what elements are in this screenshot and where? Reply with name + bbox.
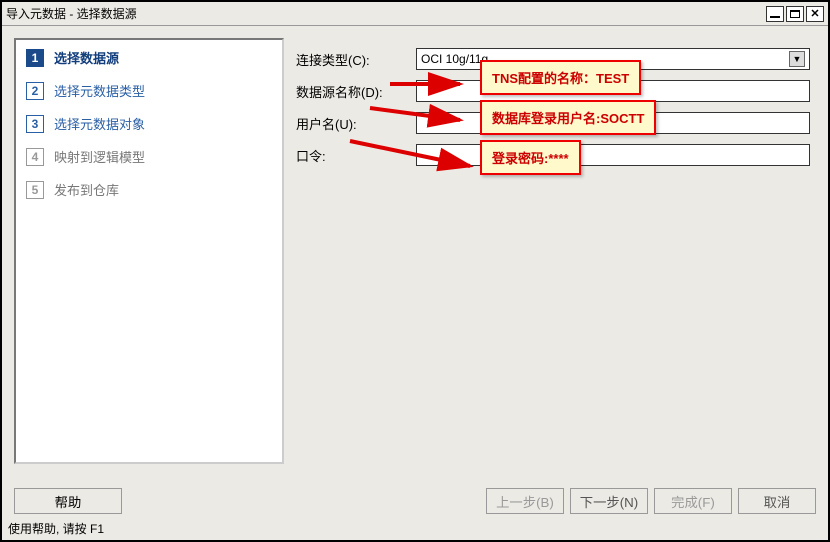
connection-type-label: 连接类型(C):	[296, 50, 416, 69]
prev-button[interactable]: 上一步(B)	[486, 488, 564, 514]
wizard-window: 导入元数据 - 选择数据源 ✕ 1 选择数据源 2 选择元数据类型 3 选择元数…	[0, 0, 830, 542]
step-label: 选择数据源	[54, 48, 119, 67]
step-2[interactable]: 2 选择元数据类型	[26, 81, 278, 100]
chevron-down-icon: ▼	[789, 51, 805, 67]
minimize-button[interactable]	[766, 6, 784, 22]
maximize-button[interactable]	[786, 6, 804, 22]
step-label: 选择元数据对象	[54, 114, 145, 133]
step-label: 选择元数据类型	[54, 81, 145, 100]
next-button[interactable]: 下一步(N)	[570, 488, 648, 514]
step-4[interactable]: 4 映射到逻辑模型	[26, 147, 278, 166]
step-label: 映射到逻辑模型	[54, 147, 145, 166]
step-5[interactable]: 5 发布到仓库	[26, 180, 278, 199]
callout-tns: TNS配置的名称：TEST	[480, 60, 641, 95]
arrow-icon	[390, 74, 470, 97]
step-label: 发布到仓库	[54, 180, 119, 199]
step-number: 3	[26, 115, 44, 133]
status-bar: 使用帮助, 请按 F1	[4, 518, 826, 538]
close-button[interactable]: ✕	[806, 6, 824, 22]
status-text: 使用帮助, 请按 F1	[8, 520, 104, 537]
step-number: 4	[26, 148, 44, 166]
step-3[interactable]: 3 选择元数据对象	[26, 114, 278, 133]
callout-password: 登录密码:****	[480, 140, 581, 175]
window-controls: ✕	[766, 6, 824, 22]
titlebar: 导入元数据 - 选择数据源 ✕	[2, 2, 828, 26]
button-bar: 帮助 上一步(B) 下一步(N) 完成(F) 取消	[14, 488, 816, 514]
finish-button[interactable]: 完成(F)	[654, 488, 732, 514]
window-title: 导入元数据 - 选择数据源	[6, 5, 766, 22]
main-area: 1 选择数据源 2 选择元数据类型 3 选择元数据对象 4 映射到逻辑模型 5	[2, 26, 828, 476]
arrow-icon	[350, 136, 480, 179]
nav-buttons: 上一步(B) 下一步(N) 完成(F) 取消	[486, 488, 816, 514]
form-panel: 连接类型(C): OCI 10g/11g ▼ 数据源名称(D): 用户名(U):…	[290, 38, 816, 464]
step-number: 1	[26, 49, 44, 67]
callout-username: 数据库登录用户名:SOCTT	[480, 100, 656, 135]
steps-panel: 1 选择数据源 2 选择元数据类型 3 选择元数据对象 4 映射到逻辑模型 5	[14, 38, 284, 464]
steps-list: 1 选择数据源 2 选择元数据类型 3 选择元数据对象 4 映射到逻辑模型 5	[20, 48, 278, 199]
arrow-icon	[370, 100, 470, 133]
step-number: 5	[26, 181, 44, 199]
cancel-button[interactable]: 取消	[738, 488, 816, 514]
step-number: 2	[26, 82, 44, 100]
connection-type-value: OCI 10g/11g	[421, 52, 488, 66]
step-1[interactable]: 1 选择数据源	[26, 48, 278, 67]
help-button[interactable]: 帮助	[14, 488, 122, 514]
